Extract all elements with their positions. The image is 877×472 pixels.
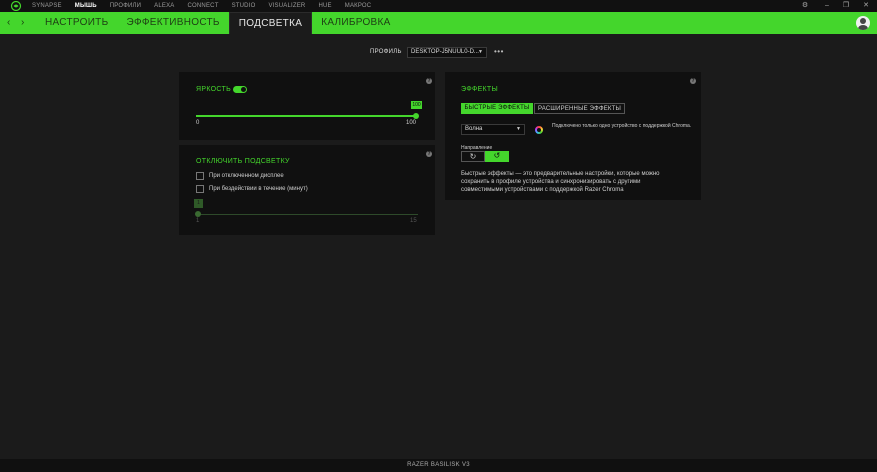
gear-icon[interactable]: ⚙ xyxy=(800,1,810,11)
sub-nav-bar: ‹ › НАСТРОИТЬ ЭФФЕКТИВНОСТЬ ПОДСВЕТКА КА… xyxy=(0,12,877,34)
lighting-off-panel: ? ОТКЛЮЧИТЬ ПОДСВЕТКУ При отключенном ди… xyxy=(179,145,435,235)
more-options-icon[interactable]: ••• xyxy=(494,47,504,56)
avatar-body xyxy=(858,25,868,30)
top-nav-visualizer[interactable]: VISUALIZER xyxy=(268,3,305,9)
top-nav-macros[interactable]: МАКРОС xyxy=(345,3,372,9)
razer-logo-icon[interactable] xyxy=(10,1,22,11)
top-nav: SYNAPSE МЫШЬ ПРОФИЛИ ALEXA CONNECT STUDI… xyxy=(32,0,384,12)
profile-label: ПРОФИЛЬ xyxy=(370,49,402,55)
profile-row: ПРОФИЛЬ DESKTOP-J5NUUL0-D... ▼ ••• xyxy=(0,47,877,59)
top-nav-alexa[interactable]: ALEXA xyxy=(154,3,174,9)
lighting-off-title: ОТКЛЮЧИТЬ ПОДСВЕТКУ xyxy=(196,158,290,165)
top-nav-profiles[interactable]: ПРОФИЛИ xyxy=(110,3,141,9)
brightness-slider-thumb[interactable] xyxy=(413,113,419,119)
top-nav-studio[interactable]: STUDIO xyxy=(232,3,256,9)
tab-advanced-effects[interactable]: РАСШИРЕННЫЕ ЭФФЕКТЫ xyxy=(534,103,625,114)
chroma-note: Подключено только одно устройство с подд… xyxy=(552,123,692,129)
direction-right-button[interactable]: ↺ xyxy=(485,151,509,162)
forward-arrow-icon[interactable]: › xyxy=(21,17,24,29)
info-icon[interactable]: ? xyxy=(690,78,696,84)
tab-customize[interactable]: НАСТРОИТЬ xyxy=(36,12,117,34)
top-bar: SYNAPSE МЫШЬ ПРОФИЛИ ALEXA CONNECT STUDI… xyxy=(0,0,877,12)
sub-nav-tabs: НАСТРОИТЬ ЭФФЕКТИВНОСТЬ ПОДСВЕТКА КАЛИБР… xyxy=(36,12,400,34)
brightness-min-label: 0 xyxy=(196,120,200,126)
profile-select-value: DESKTOP-J5NUUL0-D... xyxy=(411,49,479,55)
top-nav-synapse[interactable]: SYNAPSE xyxy=(32,3,62,9)
brightness-value-badge: 100 xyxy=(411,101,422,109)
top-nav-hue[interactable]: HUE xyxy=(318,3,331,9)
display-off-checkbox[interactable] xyxy=(196,172,204,180)
idle-min-label: 1 xyxy=(196,218,200,224)
info-icon[interactable]: ? xyxy=(426,78,432,84)
info-icon[interactable]: ? xyxy=(426,151,432,157)
idle-max-label: 15 xyxy=(410,218,417,224)
brightness-slider-fill xyxy=(196,115,416,117)
display-off-label: При отключенном дисплее xyxy=(209,173,284,179)
direction-left-button[interactable]: ↻ xyxy=(461,151,485,162)
back-arrow-icon[interactable]: ‹ xyxy=(7,17,10,29)
effects-panel: ? ЭФФЕКТЫ БЫСТРЫЕ ЭФФЕКТЫ РАСШИРЕННЫЕ ЭФ… xyxy=(445,72,701,200)
brightness-panel: ? ЯРКОСТЬ 100 0 100 xyxy=(179,72,435,140)
avatar-head xyxy=(860,18,866,24)
chroma-icon-center xyxy=(537,128,541,132)
idle-checkbox[interactable] xyxy=(196,185,204,193)
brightness-max-label: 100 xyxy=(406,120,417,126)
tab-performance[interactable]: ЭФФЕКТИВНОСТЬ xyxy=(117,12,228,34)
minimize-icon[interactable]: – xyxy=(822,1,832,11)
maximize-icon[interactable]: ❐ xyxy=(841,1,851,11)
close-icon[interactable]: ✕ xyxy=(861,1,871,11)
effects-title: ЭФФЕКТЫ xyxy=(461,86,498,93)
idle-slider-track[interactable] xyxy=(198,214,418,215)
top-nav-connect[interactable]: CONNECT xyxy=(188,3,219,9)
effect-select-value: Волна xyxy=(465,126,483,132)
tab-quick-effects[interactable]: БЫСТРЫЕ ЭФФЕКТЫ xyxy=(461,103,533,114)
idle-value-badge: 1 xyxy=(194,199,203,208)
idle-slider-thumb[interactable] xyxy=(195,211,201,217)
chroma-icon xyxy=(535,126,543,134)
effects-description: Быстрые эффекты — это предварительные на… xyxy=(461,171,660,193)
profile-select[interactable]: DESKTOP-J5NUUL0-D... ▼ xyxy=(407,47,487,58)
user-avatar-icon[interactable] xyxy=(856,16,870,30)
top-nav-mouse[interactable]: МЫШЬ xyxy=(75,3,97,9)
brightness-title: ЯРКОСТЬ xyxy=(196,86,231,93)
toggle-knob xyxy=(241,87,246,92)
effect-select[interactable]: Волна ▼ xyxy=(461,124,525,135)
chevron-down-icon: ▼ xyxy=(516,126,521,132)
idle-label: При бездействии в течение (минут) xyxy=(209,186,308,192)
device-footer: RAZER BASILISK V3 xyxy=(0,459,877,472)
tab-calibration[interactable]: КАЛИБРОВКА xyxy=(312,12,399,34)
brightness-toggle[interactable] xyxy=(233,86,247,93)
tab-lighting[interactable]: ПОДСВЕТКА xyxy=(228,12,313,34)
chevron-down-icon: ▼ xyxy=(478,49,483,55)
